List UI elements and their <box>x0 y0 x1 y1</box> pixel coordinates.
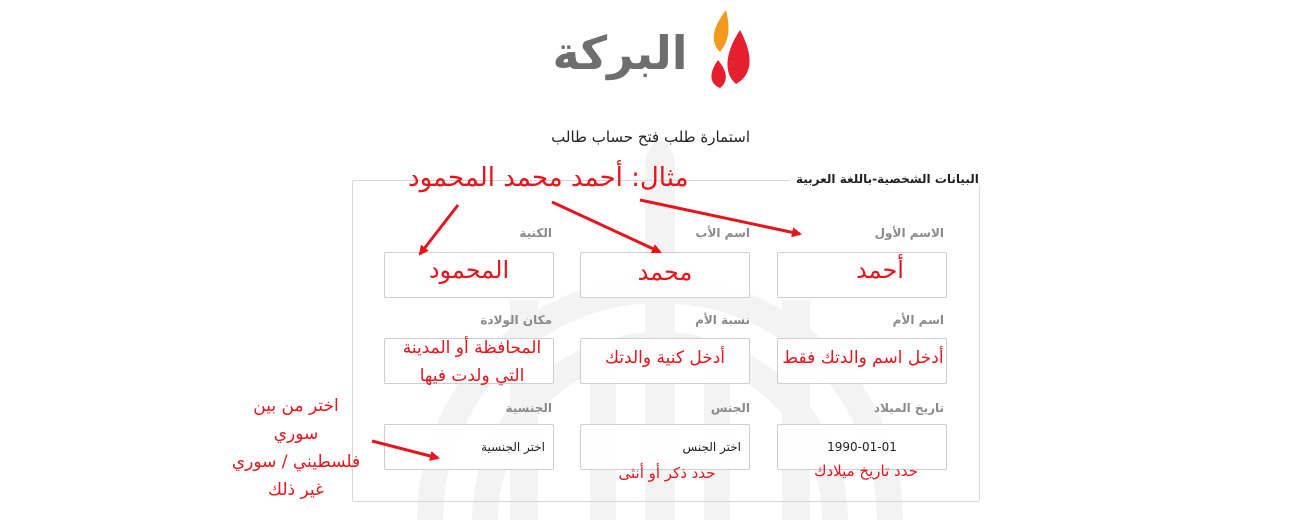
nationality-select[interactable]: اختر الجنسية <box>384 424 554 470</box>
first-name-label: الاسم الأول <box>874 226 944 240</box>
gender-annotation: حدد ذكر أو أنثى <box>618 464 716 482</box>
mother-name-label: اسم الأم <box>892 313 944 327</box>
father-name-annotation: محمد <box>637 258 693 286</box>
nationality-annotation-line2: سوري <box>273 424 319 444</box>
birth-date-label: تاريخ الميلاد <box>873 401 944 415</box>
birth-place-annotation-line2: التي ولدت فيها <box>419 366 525 386</box>
nationality-annotation: اختر من بين سوري فلسطيني / سوري غير ذلك <box>226 392 366 504</box>
gender-label: الجنس <box>710 401 750 415</box>
nationality-label: الجنسية <box>505 401 552 415</box>
nationality-annotation-line4: غير ذلك <box>268 480 324 500</box>
brand-drops-icon <box>711 10 750 88</box>
mother-name-annotation: أدخل اسم والدتك فقط <box>782 348 944 368</box>
brand-logo: البركة <box>540 4 760 90</box>
brand-name: البركة <box>552 26 688 80</box>
nationality-annotation-line1: اختر من بين <box>253 396 339 416</box>
father-name-label: اسم الأب <box>695 226 750 240</box>
mother-lineage-annotation: أدخل كنية والدتك <box>604 348 726 368</box>
birth-place-annotation-line1: المحافظة أو المدينة <box>402 338 542 358</box>
mother-lineage-label: نسبة الأم <box>695 313 750 327</box>
nationality-annotation-line3: فلسطيني / سوري <box>231 452 361 472</box>
example-annotation: مثال: أحمد محمد المحمود <box>408 163 689 193</box>
first-name-annotation: أحمد <box>856 256 904 284</box>
section-legend: البيانات الشخصية-باللغة العربية <box>790 172 985 186</box>
nationality-selected-value: اختر الجنسية <box>481 440 545 454</box>
birth-place-annotation: المحافظة أو المدينة التي ولدت فيها <box>392 334 552 390</box>
last-name-annotation: المحمود <box>428 256 510 284</box>
birth-date-annotation: حدد تاريخ ميلادك <box>814 462 918 480</box>
gender-selected-value: اختر الجنس <box>682 440 741 454</box>
form-title: استمارة طلب فتح حساب طالب <box>551 128 750 146</box>
last-name-label: الكنية <box>519 226 552 240</box>
birth-place-label: مكان الولادة <box>480 313 552 327</box>
